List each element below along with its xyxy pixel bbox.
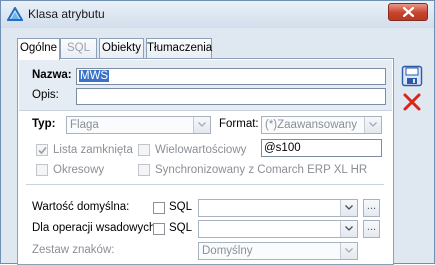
tab-ogolne[interactable]: Ogólne xyxy=(17,38,60,60)
tab-label: Obiekty xyxy=(102,42,141,54)
sql-checkbox-default[interactable] xyxy=(153,202,165,214)
dla-operacji-combo[interactable] xyxy=(198,220,358,238)
opis-input[interactable] xyxy=(76,88,386,105)
tab-label: SQL xyxy=(66,42,90,54)
format-label: Format: xyxy=(219,118,259,130)
close-button[interactable] xyxy=(388,3,428,21)
wartosc-domyslna-combo[interactable] xyxy=(198,199,358,217)
dropdown-button[interactable] xyxy=(364,117,381,133)
zestaw-znakow-value: Domyślny xyxy=(202,245,253,257)
synchronizowany-checkbox[interactable] xyxy=(138,164,150,176)
nazwa-value: MWS xyxy=(79,70,110,82)
cancel-icon xyxy=(403,93,421,111)
chevron-down-icon xyxy=(345,248,353,253)
tab-tlumaczenia[interactable]: Tłumaczenia xyxy=(146,38,212,58)
dialog-window: Klasa atrybutu Ogólne SQL Obiekty Tłumac… xyxy=(0,0,435,265)
format-field-input[interactable]: @s100 xyxy=(261,139,382,157)
dropdown-button[interactable] xyxy=(340,200,357,216)
tab-label: Tłumaczenia xyxy=(147,42,213,54)
sql-label: SQL xyxy=(169,201,193,213)
dropdown-button[interactable] xyxy=(193,117,210,133)
lista-zamknieta-checkbox[interactable] xyxy=(36,144,48,156)
synchronizowany-label: Synchronizowany z Comarch ERP XL HR xyxy=(155,164,368,176)
chevron-down-icon xyxy=(198,122,206,127)
okresowy-label: Okresowy xyxy=(53,164,105,176)
nazwa-label: Nazwa: xyxy=(32,69,72,81)
chevron-down-icon xyxy=(345,205,353,210)
dropdown-button[interactable] xyxy=(340,221,357,237)
lista-zamknieta-label: Lista zamknięta xyxy=(53,144,133,156)
wielowartosciowy-label: Wielowartościowy xyxy=(155,144,247,156)
window-title: Klasa atrybutu xyxy=(28,7,105,21)
okresowy-checkbox[interactable] xyxy=(36,164,48,176)
check-icon xyxy=(38,146,47,155)
chevron-down-icon xyxy=(369,122,377,127)
sql-checkbox-batch[interactable] xyxy=(153,223,165,235)
title-bar: Klasa atrybutu xyxy=(1,1,434,28)
triangle-logo-icon xyxy=(7,7,23,21)
tab-sql[interactable]: SQL xyxy=(60,38,97,58)
divider xyxy=(19,110,392,111)
opis-label: Opis: xyxy=(32,89,59,101)
save-icon xyxy=(401,65,423,87)
cancel-button[interactable] xyxy=(401,91,423,113)
nazwa-input[interactable]: MWS xyxy=(76,68,386,85)
save-button[interactable] xyxy=(401,65,423,87)
close-icon xyxy=(403,7,414,17)
divider xyxy=(26,184,384,185)
typ-value: Flaga xyxy=(70,119,99,131)
wartosc-domyslna-browse-button[interactable]: ... xyxy=(363,199,380,217)
zestaw-znakow-combo[interactable]: Domyślny xyxy=(198,242,358,260)
typ-combo[interactable]: Flaga xyxy=(66,116,211,134)
format-combo[interactable]: (*)Zaawansowany xyxy=(261,116,382,134)
chevron-down-icon xyxy=(345,226,353,231)
tab-obiekty[interactable]: Obiekty xyxy=(99,38,144,58)
dla-operacji-browse-button[interactable]: ... xyxy=(363,220,380,238)
tab-label: Ogólne xyxy=(19,42,58,54)
dropdown-button[interactable] xyxy=(340,243,357,259)
typ-label: Typ: xyxy=(32,118,56,130)
general-tab-panel: Nazwa: MWS Opis: Typ: Flaga Format: (*)Z… xyxy=(17,58,394,265)
zestaw-znakow-label: Zestaw znaków: xyxy=(32,244,115,256)
wartosc-domyslna-label: Wartość domyślna: xyxy=(32,201,130,213)
wielowartosciowy-checkbox[interactable] xyxy=(138,144,150,156)
format-value: (*)Zaawansowany xyxy=(265,119,358,131)
dla-operacji-label: Dla operacji wsadowych: xyxy=(32,222,159,234)
sql-label: SQL xyxy=(169,222,193,234)
